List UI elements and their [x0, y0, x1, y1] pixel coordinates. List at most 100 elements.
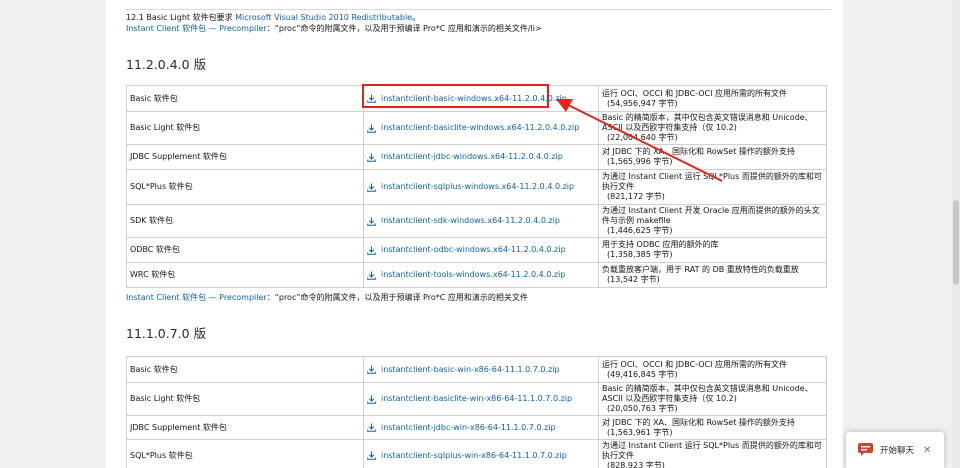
package-description: 用于支持 ODBC 应用的额外的库 (1,358,385 字节): [598, 237, 827, 263]
note-precompiler-top: Instant Client 软件包 — Precompiler：“proc”命…: [126, 24, 542, 33]
package-description: Basic 的精简版本，其中仅包含英文错误消息和 Unicode、ASCII 以…: [598, 382, 827, 416]
chat-widget[interactable]: 开始聊天 ✕: [846, 432, 944, 468]
package-name: WRC 软件包: [126, 262, 364, 288]
table-row: WRC 软件包 instantclient-tools-windows.x64-1…: [126, 262, 827, 288]
description-text: Basic 的精简版本，其中仅包含英文错误消息和 Unicode、ASCII 以…: [602, 384, 813, 403]
package-description: 负载重放客户端，用于 RAT 的 DB 重放特性的负载重放 (13,542 字节): [598, 262, 827, 288]
file-size: (22,004,640 字节): [607, 133, 678, 142]
download-icon: [367, 245, 376, 255]
description-text: 运行 OCI、OCCI 和 JDBC-OCI 应用所需的所有文件: [602, 359, 788, 369]
note-precompiler-11204: Instant Client 软件包 — Precompiler：“proc”命…: [126, 293, 528, 302]
table-row: SQL*Plus 软件包 instantclient-sqlplus-window…: [126, 169, 827, 205]
package-description: 运行 OCI、OCCI 和 JDBC-OCI 应用所需的所有文件 (54,956,…: [598, 85, 827, 112]
package-description: 为通过 Instant Client 运行 SQL*Plus 而提供的额外的库和…: [598, 439, 827, 468]
download-link[interactable]: instantclient-basic-windows.x64-11.2.0.4…: [381, 94, 567, 104]
file-size: (821,172 字节): [607, 192, 665, 201]
download-table-11204: Basic 软件包 instantclient-basic-windows.x64…: [126, 85, 827, 288]
download-link[interactable]: instantclient-sqlplus-win-x86-64-11.1.0.…: [381, 451, 567, 461]
download-cell: instantclient-basiclite-windows.x64-11.2…: [363, 111, 599, 145]
package-description: 对 JDBC 下的 XA、国际化和 RowSet 操作的额外支持 (1,563,9…: [598, 415, 827, 440]
download-cell: instantclient-basic-win-x86-64-11.1.0.7.…: [363, 356, 599, 383]
download-icon: [367, 270, 376, 280]
table-row: SDK 软件包 instantclient-sdk-windows.x64-11.…: [126, 204, 827, 238]
table-row: Basic Light 软件包 instantclient-basiclite-w…: [126, 111, 827, 145]
download-table-11107: Basic 软件包 instantclient-basic-win-x86-64-…: [126, 356, 827, 468]
file-size: (54,956,947 字节): [607, 98, 678, 108]
download-link[interactable]: instantclient-basiclite-win-x86-64-11.1.…: [381, 394, 572, 404]
package-name: SDK 软件包: [126, 204, 364, 238]
package-description: Basic 的精简版本，其中仅包含英文错误消息和 Unicode、ASCII 以…: [598, 111, 827, 145]
file-size: (1,563,961 字节): [607, 427, 673, 437]
package-name: Basic 软件包: [126, 356, 364, 383]
download-icon: [367, 365, 376, 374]
page-scrollbar[interactable]: [952, 0, 960, 468]
description-text: Basic 的精简版本，其中仅包含英文错误消息和 Unicode、ASCII 以…: [602, 113, 813, 132]
package-description: 运行 OCI、OCCI 和 JDBC-OCI 应用所需的所有文件 (49,416,…: [598, 356, 827, 383]
download-cell: instantclient-sqlplus-win-x86-64-11.1.0.…: [363, 439, 599, 468]
version-heading-11204: 11.2.0.4.0 版: [126, 57, 207, 72]
download-link[interactable]: instantclient-sqlplus-windows.x64-11.2.0…: [381, 182, 574, 192]
file-size: (49,416,845 字节): [607, 369, 678, 379]
download-link[interactable]: instantclient-odbc-windows.x64-11.2.0.4.…: [381, 245, 566, 255]
package-description: 对 JDBC 下的 XA、国际化和 RowSet 操作的额外支持 (1,565,9…: [598, 144, 827, 170]
download-cell: instantclient-basiclite-win-x86-64-11.1.…: [363, 382, 599, 416]
download-page: 12.1 Basic Light 软件包要求 Microsoft Visual …: [106, 0, 843, 468]
description-text: 对 JDBC 下的 XA、国际化和 RowSet 操作的额外支持: [602, 417, 795, 427]
download-link[interactable]: instantclient-basiclite-windows.x64-11.2…: [381, 123, 579, 133]
package-name: SQL*Plus 软件包: [126, 169, 364, 205]
table-row: SQL*Plus 软件包 instantclient-sqlplus-win-x8…: [126, 439, 827, 468]
download-link[interactable]: instantclient-tools-windows.x64-11.2.0.4…: [381, 270, 565, 280]
download-link[interactable]: instantclient-jdbc-win-x86-64-11.1.0.7.0…: [381, 423, 556, 433]
file-size: (1,358,385 字节): [607, 250, 673, 259]
download-cell: instantclient-sqlplus-windows.x64-11.2.0…: [363, 169, 599, 205]
version-heading-11107: 11.1.0.7.0 版: [126, 326, 207, 341]
package-name: SQL*Plus 软件包: [126, 439, 364, 468]
scrollbar-thumb[interactable]: [953, 200, 959, 285]
package-name: JDBC Supplement 软件包: [126, 415, 364, 440]
description-text: 对 JDBC 下的 XA、国际化和 RowSet 操作的额外支持: [602, 147, 795, 156]
download-icon: [367, 394, 376, 404]
file-size: (20,050,763 字节): [607, 404, 678, 413]
table-row: Basic 软件包 instantclient-basic-win-x86-64-…: [126, 356, 827, 383]
download-icon: [367, 423, 376, 432]
table-row: ODBC 软件包 instantclient-odbc-windows.x64-1…: [126, 237, 827, 263]
package-description: 为通过 Instant Client 开发 Oracle 应用而提供的额外的头文…: [598, 204, 827, 238]
chat-label: 开始聊天: [880, 446, 915, 456]
download-link[interactable]: instantclient-basic-win-x86-64-11.1.0.7.…: [381, 365, 560, 375]
download-cell: instantclient-sdk-windows.x64-11.2.0.4.0…: [363, 204, 599, 238]
table-row: JDBC Supplement 软件包 instantclient-jdbc-wi…: [126, 144, 827, 170]
note-basic-light-requirement: 12.1 Basic Light 软件包要求 Microsoft Visual …: [126, 13, 421, 22]
close-icon[interactable]: ✕: [923, 445, 931, 456]
description-text: 为通过 Instant Client 运行 SQL*Plus 而提供的额外的库和…: [602, 172, 822, 191]
download-icon: [367, 123, 376, 133]
description-text: 为通过 Instant Client 运行 SQL*Plus 而提供的额外的库和…: [602, 440, 822, 460]
description-text: 为通过 Instant Client 开发 Oracle 应用而提供的额外的头文…: [602, 206, 820, 225]
download-icon: [367, 216, 376, 226]
table-row: Basic 软件包 instantclient-basic-windows.x64…: [126, 85, 827, 112]
download-icon: [367, 182, 376, 192]
file-size: (1,565,996 字节): [607, 157, 673, 166]
precompiler-link-11204[interactable]: Instant Client 软件包 — Precompiler: [126, 293, 267, 302]
file-size: (828,923 字节): [607, 460, 665, 468]
download-cell: instantclient-jdbc-win-x86-64-11.1.0.7.0…: [363, 415, 599, 440]
precompiler-link-top[interactable]: Instant Client 软件包 — Precompiler: [126, 24, 267, 33]
table-row: Basic Light 软件包 instantclient-basiclite-w…: [126, 382, 827, 416]
divider: [126, 9, 831, 10]
description-text: 运行 OCI、OCCI 和 JDBC-OCI 应用所需的所有文件: [602, 88, 788, 98]
file-size: (1,446,625 字节): [607, 226, 673, 235]
file-size: (13,542 字节): [607, 275, 660, 284]
vs-redistributable-link[interactable]: Microsoft Visual Studio 2010 Redistribut…: [235, 13, 412, 22]
package-name: ODBC 软件包: [126, 237, 364, 263]
package-name: JDBC Supplement 软件包: [126, 144, 364, 170]
download-link[interactable]: instantclient-jdbc-windows.x64-11.2.0.4.…: [381, 152, 563, 162]
description-text: 负载重放客户端，用于 RAT 的 DB 重放特性的负载重放: [602, 265, 799, 274]
chat-bubble-icon: [858, 443, 873, 456]
package-name: Basic Light 软件包: [126, 382, 364, 416]
download-icon: [367, 451, 376, 460]
download-link[interactable]: instantclient-sdk-windows.x64-11.2.0.4.0…: [381, 216, 560, 226]
download-cell: instantclient-jdbc-windows.x64-11.2.0.4.…: [363, 144, 599, 170]
download-cell: instantclient-basic-windows.x64-11.2.0.4…: [363, 85, 599, 112]
download-icon: [367, 152, 376, 162]
table-row: JDBC Supplement 软件包 instantclient-jdbc-wi…: [126, 415, 827, 440]
package-name: Basic Light 软件包: [126, 111, 364, 145]
